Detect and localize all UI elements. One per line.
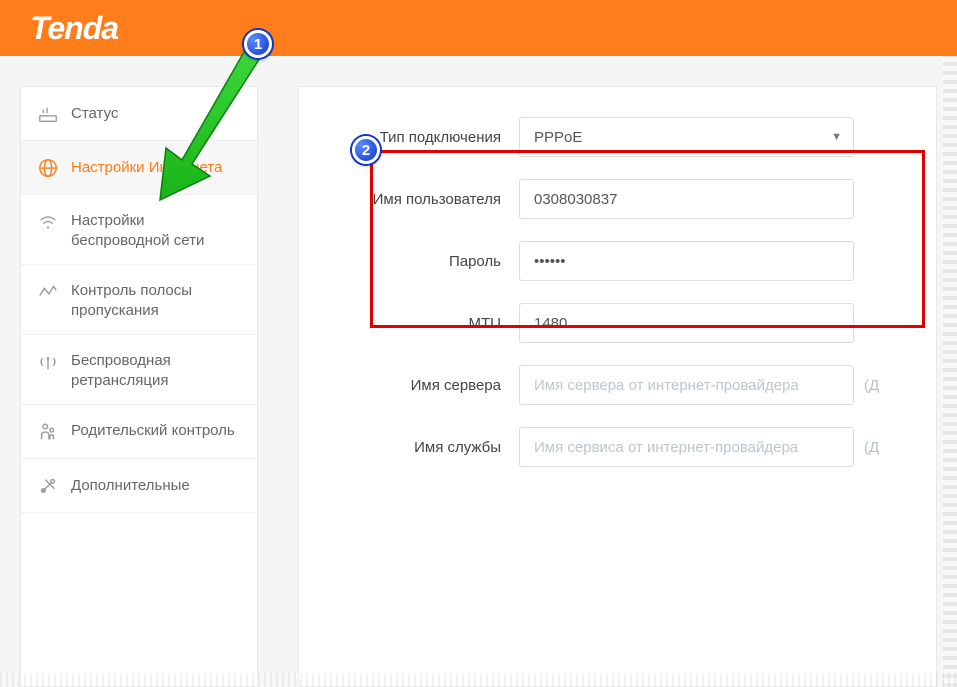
row-password: Пароль (329, 241, 916, 281)
input-service-name[interactable] (519, 427, 854, 467)
torn-edge-bottom (0, 673, 957, 687)
label-service-name: Имя службы (329, 439, 519, 456)
hint-server-name: (Д (864, 377, 879, 394)
globe-icon (37, 157, 59, 179)
main-container: Статус Настройки Интернета Настройки бес… (0, 56, 957, 687)
sidebar-item-wireless-settings[interactable]: Настройки беспроводной сети (21, 195, 257, 265)
hint-service-name: (Д (864, 439, 879, 456)
sidebar-item-label: Статус (71, 104, 118, 124)
sidebar-item-status[interactable]: Статус (21, 87, 257, 141)
row-username: Имя пользователя (329, 179, 916, 219)
label-server-name: Имя сервера (329, 377, 519, 394)
row-connection-type: Тип подключения PPPoE ▼ (329, 117, 916, 157)
tools-icon (37, 475, 59, 497)
row-service-name: Имя службы (Д (329, 427, 916, 467)
wifi-icon (37, 211, 59, 233)
sidebar: Статус Настройки Интернета Настройки бес… (20, 86, 258, 687)
torn-edge-right (943, 56, 957, 687)
sidebar-item-internet-settings[interactable]: Настройки Интернета (21, 141, 257, 195)
sidebar-item-parental-control[interactable]: Родительский контроль (21, 405, 257, 459)
input-server-name[interactable] (519, 365, 854, 405)
select-connection-type[interactable]: PPPoE (519, 117, 854, 157)
row-mtu: MTU (329, 303, 916, 343)
label-username: Имя пользователя (329, 191, 519, 208)
input-password[interactable] (519, 241, 854, 281)
sidebar-item-label: Дополнительные (71, 476, 190, 496)
sidebar-item-bandwidth[interactable]: Контроль полосы пропускания (21, 265, 257, 335)
sidebar-item-label: Родительский контроль (71, 421, 235, 441)
activity-icon (37, 281, 59, 303)
header: Tenda (0, 0, 957, 56)
settings-panel: Тип подключения PPPoE ▼ Имя пользователя… (298, 86, 937, 687)
label-password: Пароль (329, 253, 519, 270)
row-server-name: Имя сервера (Д (329, 365, 916, 405)
sidebar-item-label: Контроль полосы пропускания (71, 281, 241, 320)
label-mtu: MTU (329, 315, 519, 332)
annotation-callout-2: 2 (352, 136, 380, 164)
sidebar-item-advanced[interactable]: Дополнительные (21, 459, 257, 513)
broadcast-icon (37, 351, 59, 373)
annotation-callout-1: 1 (244, 30, 272, 58)
sidebar-item-label: Настройки Интернета (71, 158, 222, 178)
sidebar-item-label: Настройки беспроводной сети (71, 211, 241, 250)
brand-logo: Tenda (30, 10, 118, 47)
input-username[interactable] (519, 179, 854, 219)
router-icon (37, 103, 59, 125)
sidebar-item-wireless-relay[interactable]: Беспроводная ретрансляция (21, 335, 257, 405)
sidebar-item-label: Беспроводная ретрансляция (71, 351, 241, 390)
family-icon (37, 421, 59, 443)
input-mtu[interactable] (519, 303, 854, 343)
